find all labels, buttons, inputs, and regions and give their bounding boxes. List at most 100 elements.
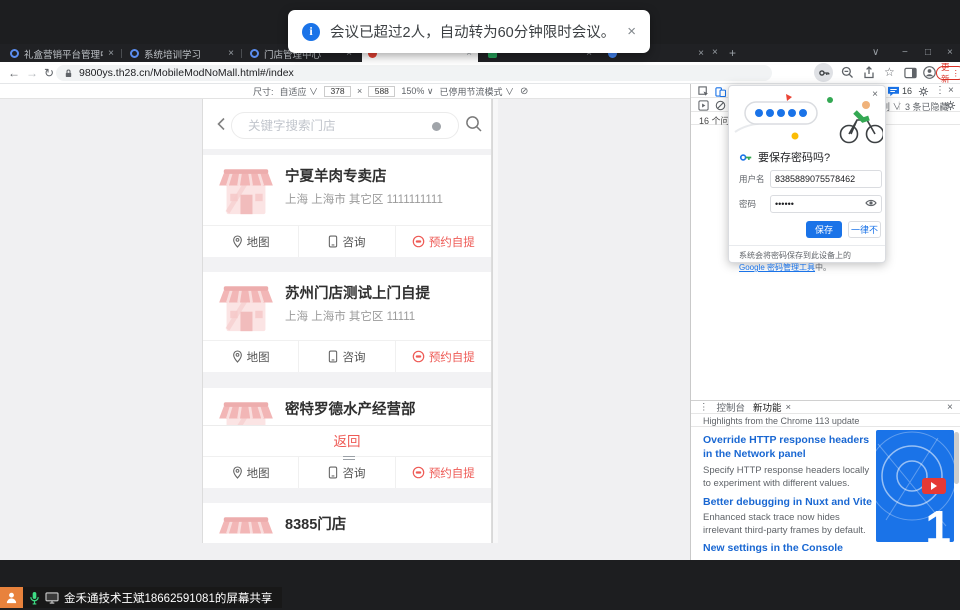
consult-button[interactable]: 咨询 xyxy=(299,226,395,257)
settings-gear-icon[interactable] xyxy=(918,86,929,97)
tab-close-icon[interactable]: × xyxy=(698,48,704,59)
zoom-dropdown[interactable]: 150% ∨ xyxy=(401,86,433,97)
search-icon[interactable] xyxy=(465,115,483,133)
new-tab-button[interactable]: + xyxy=(729,46,736,60)
consult-button[interactable]: 咨询 xyxy=(299,457,395,488)
run-snippet-icon[interactable] xyxy=(698,100,709,111)
drag-handle[interactable] xyxy=(343,456,355,460)
inspect-element-icon[interactable] xyxy=(698,86,709,97)
whats-new-item-title[interactable]: Better debugging in Nuxt and Vite xyxy=(703,496,875,510)
location-pin-icon xyxy=(232,466,243,479)
username-label: 用户名 xyxy=(739,173,765,185)
reload-icon[interactable]: ↻ xyxy=(44,66,54,80)
never-save-button[interactable]: 一律不 xyxy=(848,221,881,238)
pickup-button[interactable]: 预约自提 xyxy=(396,341,491,372)
messages-count: 16 xyxy=(902,86,912,96)
tab-close-icon[interactable]: × xyxy=(712,47,718,58)
username-field[interactable] xyxy=(770,170,882,188)
whats-new-item-desc: Specify HTTP response headers locally to… xyxy=(703,465,871,491)
save-password-button[interactable]: 保存 xyxy=(806,221,842,238)
play-button-icon[interactable] xyxy=(922,478,946,494)
clear-console-icon[interactable] xyxy=(715,100,726,111)
viewport-resize-gutter[interactable] xyxy=(492,99,498,543)
whats-new-item-desc: Enhanced stack trace now hides irrelevan… xyxy=(703,512,871,538)
toast-close-icon[interactable]: × xyxy=(627,23,636,40)
dimensions-mode-dropdown[interactable]: 自适应 ∨ xyxy=(280,85,319,98)
share-icon[interactable] xyxy=(863,66,875,84)
store-card[interactable]: 8385门店 xyxy=(203,503,491,543)
window-maximize-button[interactable]: □ xyxy=(925,47,931,58)
address-bar[interactable]: 9800ys.th28.cn/MobileModNoMall.html#/ind… xyxy=(56,65,772,81)
back-icon[interactable]: ← xyxy=(8,66,20,80)
whats-new-video-thumbnail[interactable]: 1 xyxy=(876,430,954,542)
drawer-scrollbar[interactable] xyxy=(954,432,959,484)
rotate-viewport-icon[interactable]: ⊘ xyxy=(520,86,528,97)
back-label: 返回 xyxy=(334,430,361,450)
pickup-button[interactable]: 预约自提 xyxy=(396,457,491,488)
whats-new-item-title[interactable]: Override HTTP response headers in the Ne… xyxy=(703,434,875,461)
drawer-close-icon[interactable]: × xyxy=(947,402,953,413)
store-address: 上海 上海市 其它区 1111111111 xyxy=(285,191,443,207)
divider: | xyxy=(898,100,900,110)
store-address: 上海 上海市 其它区 11111 xyxy=(285,308,415,324)
consult-button[interactable]: 咨询 xyxy=(299,341,395,372)
store-actions: 地图 咨询 预约自提 xyxy=(203,225,491,257)
dialog-divider xyxy=(729,245,885,246)
store-search-box[interactable] xyxy=(231,112,459,139)
window-minimize-button[interactable]: − xyxy=(902,47,908,58)
map-button[interactable]: 地图 xyxy=(203,457,299,488)
cyclist-illustration xyxy=(733,92,883,144)
storefront-icon xyxy=(217,283,275,333)
window-close-button[interactable]: × xyxy=(947,47,953,58)
store-card[interactable]: 宁夏羊肉专卖店 上海 上海市 其它区 1111111111 地图 咨询 xyxy=(203,155,491,257)
map-button[interactable]: 地图 xyxy=(203,226,299,257)
dialog-title: 要保存密码吗? xyxy=(758,149,830,165)
info-icon: i xyxy=(302,23,320,41)
side-panel-icon[interactable] xyxy=(904,66,917,84)
store-actions: 地图 咨询 预约自提 xyxy=(203,340,491,372)
profile-avatar-icon[interactable] xyxy=(923,66,936,84)
password-manager-link[interactable]: Google 密码管理工具 xyxy=(739,263,815,272)
chrome-update-button[interactable]: 更新 ⋮ xyxy=(936,66,960,80)
zoom-out-icon[interactable] xyxy=(841,66,854,84)
back-bar[interactable]: 返回 xyxy=(203,425,491,454)
viewport-height-input[interactable] xyxy=(368,86,395,97)
times-label: × xyxy=(357,86,362,96)
browser-tab-1[interactable]: 礼盒营销平台管理中心 × xyxy=(4,45,120,62)
back-chevron-icon[interactable] xyxy=(217,117,226,131)
storefront-icon xyxy=(217,166,275,216)
drawer-tab-close-icon[interactable]: × xyxy=(786,402,792,413)
location-pin-icon xyxy=(232,235,243,248)
viewport-width-input[interactable] xyxy=(324,86,351,97)
device-toolbar-icon[interactable] xyxy=(715,86,726,97)
show-password-eye-icon[interactable] xyxy=(865,198,877,208)
password-manager-icon[interactable] xyxy=(814,63,833,82)
bookmark-star-icon[interactable]: ☆ xyxy=(884,65,895,79)
map-button[interactable]: 地图 xyxy=(203,341,299,372)
drawer-tab-console[interactable]: 控制台 xyxy=(717,400,746,414)
desktop-background: 礼盒营销平台管理中心 × 系统培训学习 × 门店管理中心 × × × × × + xyxy=(0,0,960,610)
tab-search-icon[interactable]: ∨ xyxy=(872,47,879,58)
console-messages-icon[interactable] xyxy=(887,86,900,97)
app-search-header xyxy=(203,99,491,149)
drawer-kebab-icon[interactable]: ⋮ xyxy=(699,402,709,413)
throttling-dropdown[interactable]: 已停用节流模式 ∨ xyxy=(439,85,514,98)
store-name: 8385门店 xyxy=(285,513,346,534)
pickup-icon xyxy=(412,466,425,479)
whats-new-item-title[interactable]: New settings in the Console xyxy=(703,542,875,556)
phone-icon xyxy=(328,350,338,363)
store-card[interactable]: 苏州门店测试上门自提 上海 上海市 其它区 11111 地图 咨询 xyxy=(203,272,491,372)
store-name: 宁夏羊肉专卖店 xyxy=(285,165,387,186)
browser-tab-2[interactable]: 系统培训学习 × xyxy=(124,45,240,62)
tab-separator xyxy=(121,49,122,58)
tab-close-icon[interactable]: × xyxy=(108,48,114,59)
store-search-input[interactable] xyxy=(248,113,398,138)
tab-close-icon[interactable]: × xyxy=(228,48,234,59)
device-toolbar: 尺寸: 自适应 ∨ × 150% ∨ 已停用节流模式 ∨ ⊘ xyxy=(0,84,690,99)
console-settings-gear-icon[interactable] xyxy=(945,100,956,111)
devtools-close-icon[interactable]: × xyxy=(948,85,954,96)
pickup-button[interactable]: 预约自提 xyxy=(396,226,491,257)
kebab-menu-icon[interactable]: ⋮ xyxy=(935,85,945,96)
forward-icon[interactable]: → xyxy=(26,66,38,80)
drawer-tab-whats-new[interactable]: 新功能 × xyxy=(753,400,791,414)
